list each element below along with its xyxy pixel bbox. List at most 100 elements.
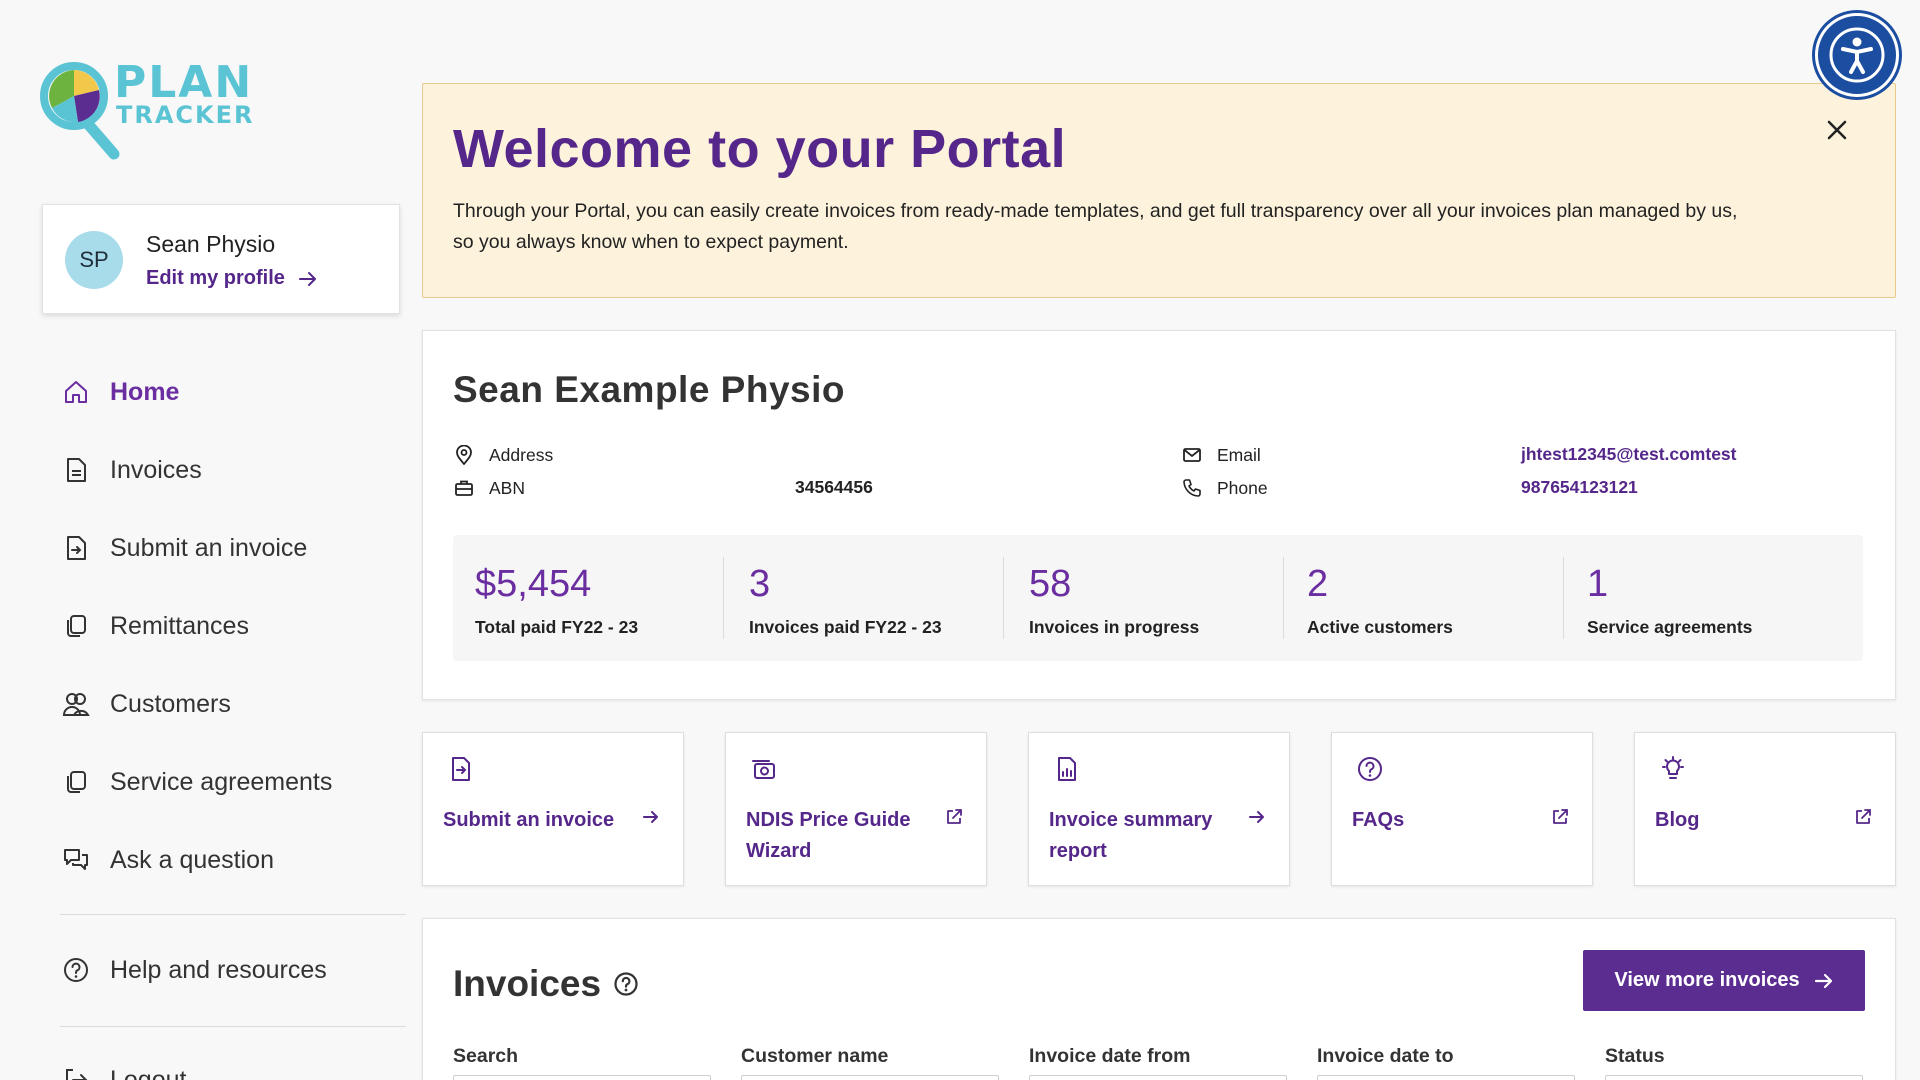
view-more-invoices-button[interactable]: View more invoices <box>1583 950 1865 1011</box>
logo-tracker-text: TRACKER <box>116 101 255 129</box>
date-from-input[interactable] <box>1029 1075 1287 1080</box>
stat-value: 2 <box>1307 563 1329 605</box>
question-icon <box>62 956 90 984</box>
view-more-label: View more invoices <box>1614 969 1800 991</box>
arrow-right-icon <box>1814 973 1832 988</box>
stat-total-paid: $5,454 Total paid FY22 - 23 <box>453 535 723 661</box>
external-link-icon <box>947 809 962 824</box>
chat-icon <box>62 846 90 874</box>
welcome-body: Through your Portal, you can easily crea… <box>453 200 1738 253</box>
tile-label: FAQs <box>1352 809 1405 831</box>
nav-item-label: Logout <box>110 1065 187 1080</box>
arrow-right-icon <box>643 811 658 823</box>
logo-plan-text: PLAN <box>114 57 254 108</box>
nav-item-remittances[interactable]: Remittances <box>62 606 249 646</box>
nav-item-ask-question[interactable]: Ask a question <box>62 840 274 880</box>
tile-blog[interactable]: Blog <box>1634 732 1896 886</box>
abn-row: ABN <box>453 477 525 499</box>
edit-profile-link[interactable]: Edit my profile <box>146 267 317 290</box>
document-icon <box>62 456 90 484</box>
lightbulb-icon <box>1662 756 1684 779</box>
tile-label: Submit an invoice <box>443 809 615 831</box>
stat-label: Total paid FY22 - 23 <box>475 617 639 637</box>
close-icon <box>1827 120 1847 140</box>
tile-label: Blog <box>1655 809 1700 831</box>
profile-name: Sean Physio <box>146 231 276 257</box>
nav-item-service-agreements[interactable]: Service agreements <box>62 762 332 802</box>
date-to-input[interactable] <box>1317 1075 1575 1080</box>
nav-item-label: Submit an invoice <box>110 533 308 562</box>
welcome-title: Welcome to your Portal <box>453 119 1067 179</box>
phone-icon <box>1181 477 1203 499</box>
nav-item-submit-invoice[interactable]: Submit an invoice <box>62 528 307 568</box>
nav-item-label: Remittances <box>110 611 249 640</box>
email-label: Email <box>1217 444 1261 465</box>
nav-divider <box>60 1026 406 1027</box>
tile-submit-invoice[interactable]: Submit an invoice <box>422 732 684 886</box>
customer-name-input[interactable] <box>741 1075 999 1080</box>
tile-label: Invoice summary report <box>1049 809 1213 862</box>
email-row: Email <box>1181 444 1261 466</box>
camera-icon <box>752 760 775 779</box>
date-to-label: Invoice date to <box>1317 1045 1454 1067</box>
plan-tracker-logo[interactable]: PLAN TRACKER <box>40 58 260 162</box>
status-select[interactable] <box>1605 1075 1863 1080</box>
search-input[interactable] <box>453 1075 711 1080</box>
nav-item-home[interactable]: Home <box>62 372 179 412</box>
nav-item-logout[interactable]: Logout <box>62 1060 186 1080</box>
invoices-title: Invoices <box>453 963 602 1004</box>
nav-item-label: Home <box>110 377 180 406</box>
home-icon <box>62 378 90 406</box>
profile-card: SP Sean Physio Edit my profile <box>42 204 400 314</box>
stat-invoices-paid: 3 Invoices paid FY22 - 23 <box>711 535 991 661</box>
invoices-heading: Invoices <box>453 963 639 1005</box>
organisation-name: Sean Example Physio <box>453 369 846 410</box>
briefcase-icon <box>453 477 475 499</box>
question-icon <box>1358 757 1382 781</box>
nav-item-label: Help and resources <box>110 955 327 984</box>
stat-value: 1 <box>1587 563 1609 605</box>
abn-value: 34564456 <box>795 477 873 497</box>
stat-value: 3 <box>749 563 771 605</box>
stats-panel: $5,454 Total paid FY22 - 23 3 Invoices p… <box>453 535 1863 661</box>
phone-label: Phone <box>1217 477 1268 498</box>
nav-item-label: Invoices <box>110 455 202 484</box>
customer-name-label: Customer name <box>741 1045 889 1067</box>
tile-faqs[interactable]: FAQs <box>1331 732 1593 886</box>
arrow-right-icon <box>1249 811 1264 823</box>
nav-item-label: Customers <box>110 689 231 718</box>
nav-item-invoices[interactable]: Invoices <box>62 450 202 490</box>
stat-label: Active customers <box>1307 617 1453 637</box>
sidebar: PLAN TRACKER SP Sean Physio Edit my prof… <box>0 0 406 1080</box>
stat-invoices-in-progress: 58 Invoices in progress <box>991 535 1271 661</box>
help-question-icon[interactable] <box>613 971 639 997</box>
stat-service-agreements: 1 Service agreements <box>1551 535 1851 661</box>
copy-icon <box>62 768 90 796</box>
edit-profile-label: Edit my profile <box>146 267 285 289</box>
copy-icon <box>62 612 90 640</box>
phone-link[interactable]: 987654123121 <box>1521 477 1638 498</box>
nav-item-label: Ask a question <box>110 845 274 874</box>
welcome-banner: Welcome to your Portal Through your Port… <box>422 83 1896 298</box>
close-banner-button[interactable] <box>1823 116 1851 144</box>
email-link[interactable]: jhtest12345@test.comtest <box>1521 444 1737 465</box>
external-link-icon <box>1856 809 1871 824</box>
nav-item-help-resources[interactable]: Help and resources <box>62 950 327 990</box>
organisation-card: Sean Example Physio Address ABN 34564456… <box>422 330 1896 700</box>
file-arrow-icon <box>452 757 470 781</box>
stat-label: Service agreements <box>1587 617 1753 637</box>
address-row: Address <box>453 444 553 466</box>
phone-row: Phone <box>1181 477 1268 499</box>
external-link-icon <box>1553 809 1568 824</box>
logout-icon <box>62 1066 90 1080</box>
tile-invoice-summary-report[interactable]: Invoice summary report <box>1028 732 1290 886</box>
stat-active-customers: 2 Active customers <box>1271 535 1551 661</box>
stat-value: 58 <box>1029 563 1072 605</box>
accessibility-icon <box>1829 27 1885 83</box>
tile-ndis-price-guide[interactable]: NDIS Price Guide Wizard <box>725 732 987 886</box>
date-from-label: Invoice date from <box>1029 1045 1191 1067</box>
nav-item-customers[interactable]: Customers <box>62 684 231 724</box>
stat-value: $5,454 <box>475 563 592 605</box>
accessibility-button[interactable] <box>1815 13 1899 97</box>
mail-icon <box>1181 444 1203 466</box>
